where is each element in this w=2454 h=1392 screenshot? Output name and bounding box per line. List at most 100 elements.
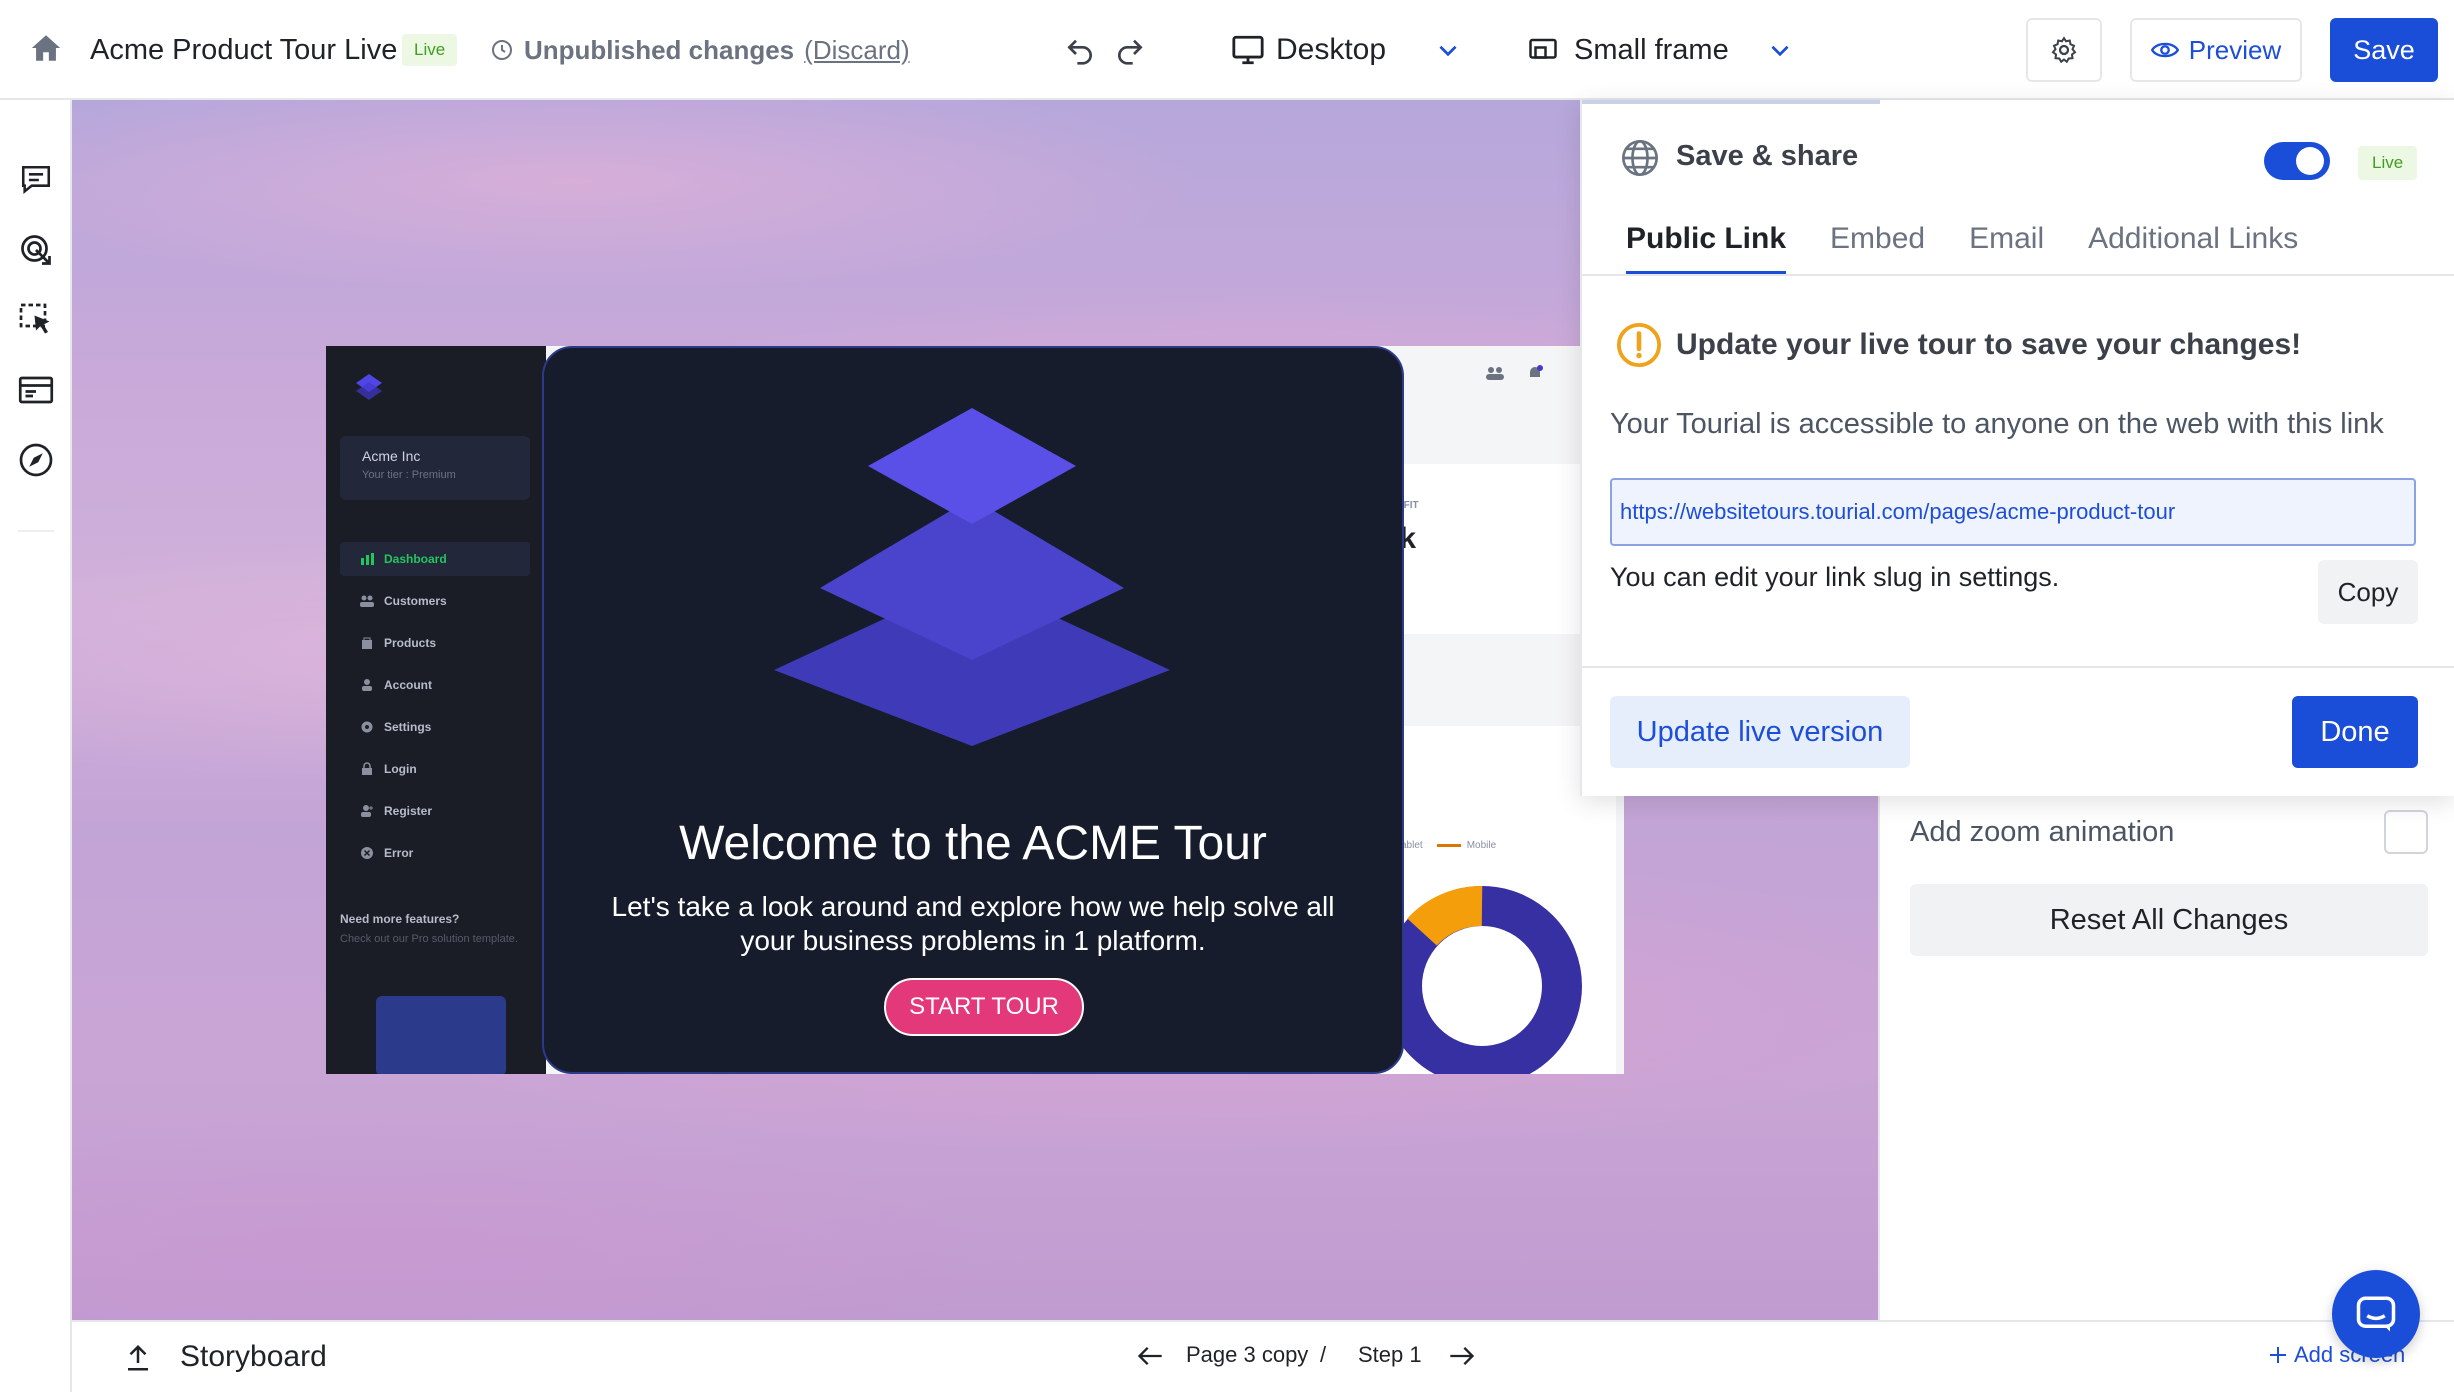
home-icon xyxy=(29,31,63,65)
welcome-subtitle: Let's take a look around and explore how… xyxy=(611,891,1335,956)
dash-nav-account: Account xyxy=(340,668,530,702)
bottom-bar: Storyboard Page 3 copy / Step 1 Add scre… xyxy=(72,1320,2454,1392)
dash-nav-login: Login xyxy=(340,752,530,786)
frame-dropdown[interactable] xyxy=(1762,32,1798,68)
live-badge: Live xyxy=(2358,146,2418,180)
preview-label: Preview xyxy=(2188,34,2282,65)
left-toolbar xyxy=(0,100,72,1392)
live-badge: Live xyxy=(402,34,458,66)
tabs-divider xyxy=(1582,274,2454,276)
device-dropdown[interactable] xyxy=(1430,32,1466,68)
org-tier: Your tier : Premium xyxy=(362,469,456,481)
arrow-left-icon xyxy=(1136,1344,1164,1368)
dash-nav-products: Products xyxy=(340,626,530,660)
card-tool[interactable] xyxy=(14,368,58,412)
next-step-button[interactable] xyxy=(1442,1336,1482,1376)
popover-title: Save & share xyxy=(1676,140,1859,172)
public-link-input[interactable] xyxy=(1610,478,2416,546)
preview-button[interactable]: Preview xyxy=(2130,18,2302,82)
frame-icon xyxy=(1526,35,1560,65)
dashboard-header-icons xyxy=(1486,364,1544,382)
hotspot-tool[interactable] xyxy=(14,228,58,272)
settings-button[interactable] xyxy=(2026,18,2102,82)
promo-thumbnail xyxy=(376,996,506,1074)
home-button[interactable] xyxy=(26,28,66,68)
select-tool[interactable] xyxy=(14,298,58,342)
frame-label: Small frame xyxy=(1574,33,1729,66)
chevron-down-icon xyxy=(1435,37,1461,63)
chat-button[interactable] xyxy=(2332,1270,2420,1358)
save-share-popover: Save & share Live Public Link Embed Emai… xyxy=(1580,100,2454,796)
gear-icon xyxy=(2049,35,2079,65)
tab-embed[interactable]: Embed xyxy=(1830,220,1925,276)
dash-nav-register: Register xyxy=(340,794,530,828)
promo-title: Need more features? xyxy=(340,912,460,926)
cursor-select-icon xyxy=(18,302,54,338)
eye-icon xyxy=(2150,39,2179,61)
dashboard-sidebar: Acme Inc Your tier : Premium Dashboard C… xyxy=(326,346,546,1074)
org-switcher: Acme Inc Your tier : Premium xyxy=(340,436,530,500)
upload-icon xyxy=(123,1343,153,1373)
reset-all-button[interactable]: Reset All Changes xyxy=(1910,884,2428,956)
update-warning: Update your live tour to save your chang… xyxy=(1676,328,2302,361)
tab-additional-links[interactable]: Additional Links xyxy=(2088,220,2298,276)
hotspot-icon xyxy=(18,232,54,268)
redo-button[interactable] xyxy=(1110,30,1150,70)
org-name: Acme Inc xyxy=(362,448,421,464)
logo-icon xyxy=(352,370,386,404)
zoom-animation-checkbox[interactable] xyxy=(2384,810,2428,854)
users-icon xyxy=(1486,366,1504,380)
toggle-knob xyxy=(2296,147,2324,175)
top-bar: Acme Product Tour Live Live Unpublished … xyxy=(0,0,2454,100)
share-tabs: Public Link Embed Email Additional Links xyxy=(1626,220,2342,276)
live-toggle[interactable] xyxy=(2264,142,2330,180)
tour-title[interactable]: Acme Product Tour Live xyxy=(90,28,397,72)
start-tour-button[interactable]: START TOUR xyxy=(884,978,1084,1036)
done-button[interactable]: Done xyxy=(2292,696,2418,768)
save-button[interactable]: Save xyxy=(2330,18,2438,82)
arrow-right-icon xyxy=(1448,1344,1476,1368)
chevron-down-icon xyxy=(1767,37,1793,63)
popover-accent-bar xyxy=(1582,100,1880,104)
footer-divider xyxy=(1582,666,2454,668)
clock-icon xyxy=(490,38,514,62)
copy-link-button[interactable]: Copy xyxy=(2318,560,2418,624)
globe-icon xyxy=(1620,138,1660,178)
unpublished-status: Unpublished changes (Discard) xyxy=(490,30,910,70)
update-live-version-button[interactable]: Update live version xyxy=(1610,696,1910,768)
comment-icon xyxy=(18,163,54,197)
dash-nav-customers: Customers xyxy=(340,584,530,618)
discard-link[interactable]: (Discard) xyxy=(804,35,909,66)
tab-email[interactable]: Email xyxy=(1969,220,2044,276)
dash-nav-dashboard: Dashboard xyxy=(340,542,530,576)
dash-nav-settings: Settings xyxy=(340,710,530,744)
navigation-icon xyxy=(18,442,54,478)
card-icon xyxy=(18,374,54,406)
undo-icon xyxy=(1064,34,1096,66)
navigation-tool[interactable] xyxy=(14,438,58,482)
tab-public-link[interactable]: Public Link xyxy=(1626,220,1787,276)
zoom-animation-label: Add zoom animation xyxy=(1910,816,2175,848)
promo-text: Check out our Pro solution template. xyxy=(340,933,518,945)
plus-icon xyxy=(2268,1345,2288,1365)
warning-icon xyxy=(1616,322,1662,368)
welcome-title: Welcome to the ACME Tour xyxy=(679,817,1267,870)
step-label[interactable]: Step 1 xyxy=(1358,1342,1422,1368)
comment-tool[interactable] xyxy=(14,158,58,202)
breadcrumb-separator: / xyxy=(1320,1342,1327,1367)
unpublished-label: Unpublished changes xyxy=(524,34,795,65)
toolbar-divider xyxy=(18,530,54,532)
layers-logo-icon xyxy=(762,408,1182,748)
undo-button[interactable] xyxy=(1060,30,1100,70)
storyboard-toggle[interactable] xyxy=(118,1338,158,1378)
frame-selector[interactable]: Small frame xyxy=(1526,26,1729,74)
device-label: Desktop xyxy=(1276,33,1387,66)
previous-step-button[interactable] xyxy=(1130,1336,1170,1376)
desktop-icon xyxy=(1230,33,1266,67)
slug-hint: You can edit your link slug in settings. xyxy=(1610,562,2060,592)
device-selector[interactable]: Desktop xyxy=(1230,26,1386,74)
storyboard-label[interactable]: Storyboard xyxy=(180,1340,327,1374)
access-description: Your Tourial is accessible to anyone on … xyxy=(1610,408,2384,440)
page-label[interactable]: Page 3 copy xyxy=(1186,1342,1308,1368)
welcome-modal: Welcome to the ACME Tour Let's take a lo… xyxy=(542,346,1404,1074)
